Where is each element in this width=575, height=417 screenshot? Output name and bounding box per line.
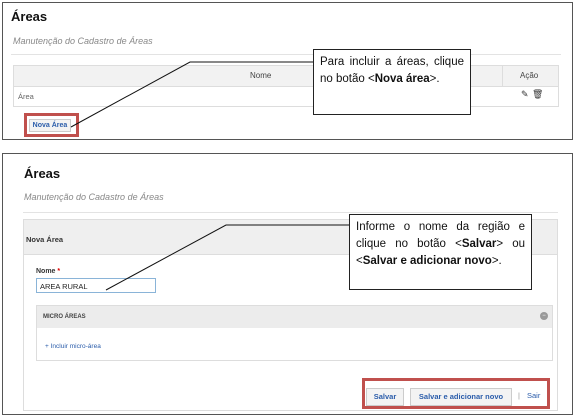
page-title: Áreas bbox=[24, 166, 61, 181]
micro-areas-header: MICRO ÁREAS − bbox=[37, 306, 552, 328]
divider bbox=[11, 54, 561, 55]
table-header: Nome Ação bbox=[14, 66, 558, 87]
callout-bold-save-add: Salvar e adicionar novo bbox=[362, 255, 492, 267]
areas-table: Nome Ação Área ✎ 🗑 bbox=[13, 65, 559, 107]
name-input[interactable]: AREA RURAL bbox=[36, 278, 156, 293]
column-header-nome: Nome bbox=[250, 71, 272, 80]
form-title: Nova Área bbox=[26, 235, 64, 244]
callout-text-end: >. bbox=[429, 73, 440, 85]
page-subtitle: Manutenção do Cadastro de Áreas bbox=[24, 192, 164, 202]
page-subtitle: Manutenção do Cadastro de Áreas bbox=[13, 36, 153, 46]
name-label-text: Nome bbox=[36, 268, 56, 275]
collapse-icon[interactable]: − bbox=[540, 312, 548, 320]
highlight-box bbox=[24, 113, 79, 137]
area-name-cell: Área bbox=[18, 92, 34, 101]
micro-areas-section: MICRO ÁREAS − + Incluir micro-área bbox=[36, 305, 553, 361]
micro-areas-title: MICRO ÁREAS bbox=[43, 314, 86, 320]
highlight-box bbox=[362, 378, 550, 409]
callout-text-end: >. bbox=[491, 255, 502, 267]
column-header-acao: Ação bbox=[520, 71, 539, 80]
delete-icon[interactable]: 🗑 bbox=[532, 89, 543, 100]
name-label: Nome * bbox=[36, 268, 60, 275]
add-micro-area-link[interactable]: + Incluir micro-área bbox=[45, 343, 101, 350]
column-divider bbox=[502, 66, 503, 86]
callout-bold-text: Nova área bbox=[374, 73, 430, 85]
callout-bold-save: Salvar bbox=[461, 238, 497, 250]
callout-new-area: Para incluir a áreas, clique no botão <N… bbox=[313, 49, 471, 115]
required-mark: * bbox=[57, 268, 61, 275]
name-input-value: AREA RURAL bbox=[40, 282, 88, 291]
table-row: Área ✎ 🗑 bbox=[14, 86, 558, 106]
areas-list-panel: Áreas Manutenção do Cadastro de Áreas No… bbox=[2, 2, 573, 140]
edit-icon[interactable]: ✎ bbox=[521, 89, 529, 100]
divider bbox=[23, 212, 558, 213]
page-title: Áreas bbox=[11, 9, 48, 24]
callout-save: Informe o nome da região e clique no bot… bbox=[349, 214, 532, 290]
